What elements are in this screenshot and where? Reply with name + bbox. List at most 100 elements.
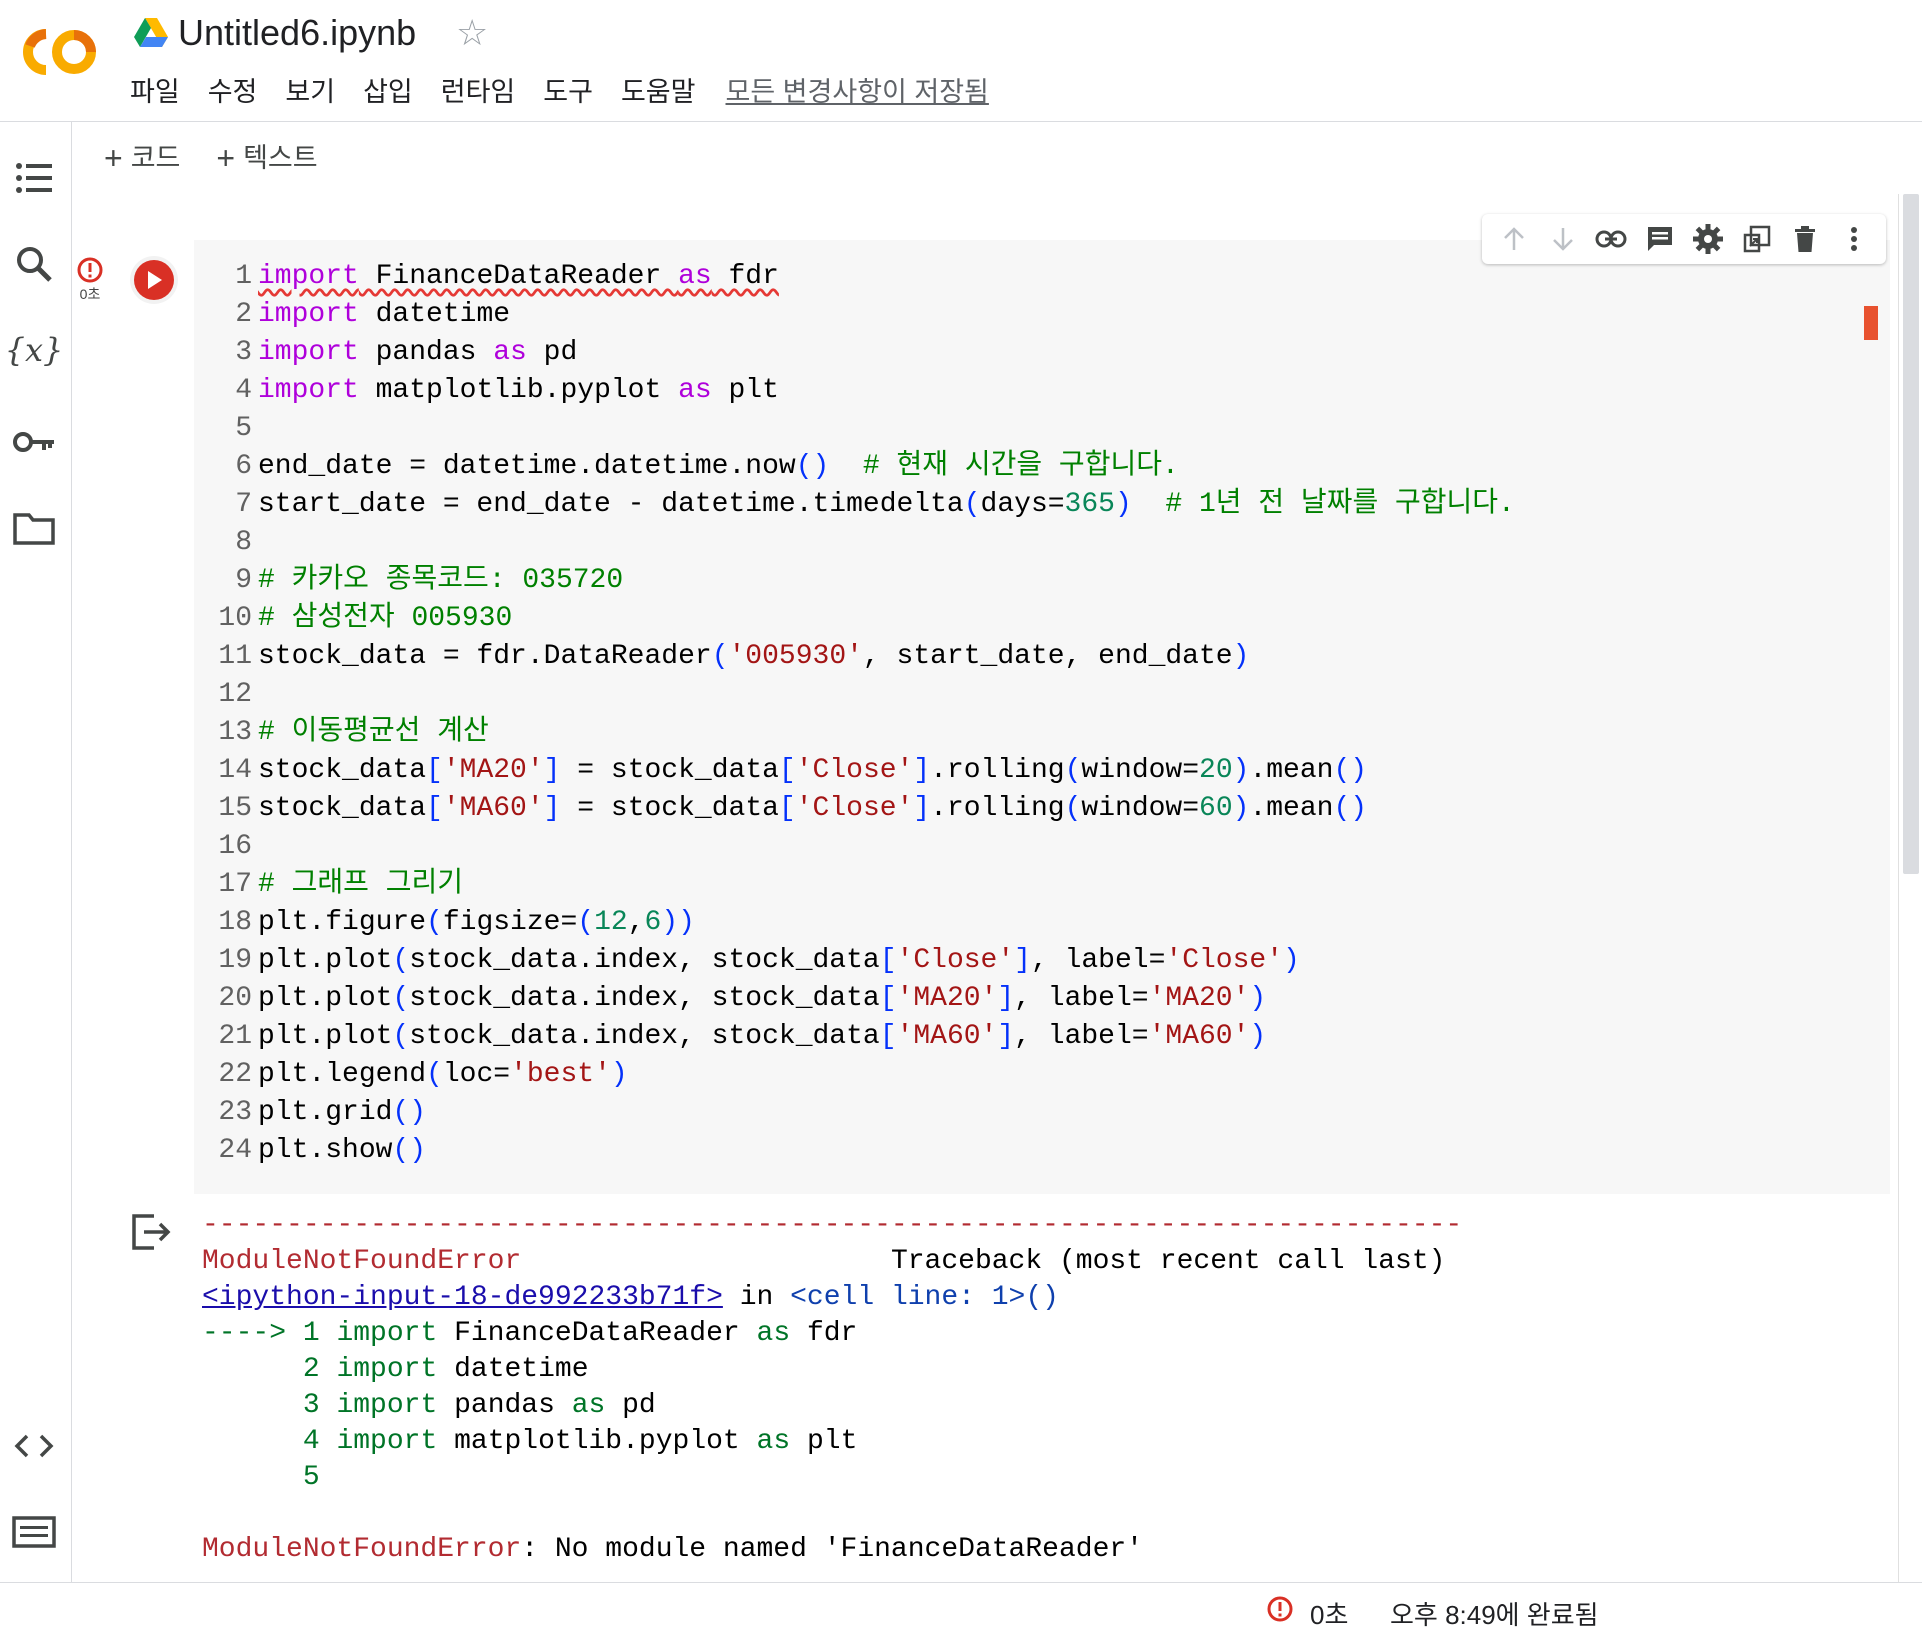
add-code-button[interactable]: + 코드: [104, 136, 180, 177]
scrollbar-thumb[interactable]: [1903, 194, 1919, 874]
error-final-line: ModuleNotFoundError: No module named 'Fi…: [202, 1534, 1143, 1565]
mirror-cell-icon[interactable]: [1739, 221, 1775, 257]
menu-view[interactable]: 보기: [285, 70, 335, 109]
error-traceback: ----------------------------------------…: [202, 1208, 1462, 1568]
line-number: 7: [235, 489, 252, 520]
traceback-code-line: 5: [302, 1462, 320, 1493]
traceback-title: Traceback (most recent call last): [890, 1246, 1446, 1277]
command-palette-icon[interactable]: [12, 1510, 56, 1554]
menu-runtime[interactable]: 런타임: [441, 70, 516, 109]
link-icon[interactable]: [1593, 221, 1629, 257]
search-icon[interactable]: [12, 242, 56, 286]
line-number: 20: [218, 983, 252, 1014]
move-down-icon[interactable]: [1545, 221, 1581, 257]
menu-tools[interactable]: 도구: [543, 70, 593, 109]
traceback-code-line: 2 import datetime: [302, 1354, 589, 1385]
code-line[interactable]: 18 plt.figure(figsize=(12,6)): [194, 904, 1890, 942]
code-line[interactable]: 11 stock_data = fdr.DataReader('005930', …: [194, 638, 1890, 676]
menu-bar: 파일 수정 보기 삽입 런타임 도구 도움말 모든 변경사항이 저장됨: [130, 70, 989, 109]
code-line[interactable]: 7 start_date = end_date - datetime.timede…: [194, 486, 1890, 524]
ipython-input-link[interactable]: <ipython-input-18-de992233b71f>: [202, 1282, 723, 1313]
code-line[interactable]: 12: [194, 676, 1890, 714]
execution-time: 0초: [79, 286, 101, 302]
line-number: 4: [235, 375, 252, 406]
code-line[interactable]: 17 # 그래프 그리기: [194, 866, 1890, 904]
code-line[interactable]: 3 import pandas as pd: [194, 334, 1890, 372]
code-cell[interactable]: 0초 1 import FinanceDataReader as fdr 2 impo…: [77, 214, 1890, 1582]
table-of-contents-icon[interactable]: [12, 156, 56, 200]
star-icon[interactable]: ☆: [456, 12, 488, 54]
cell-toolbar: [1482, 214, 1886, 264]
code-line[interactable]: 9 # 카카오 종목코드: 035720: [194, 562, 1890, 600]
notebook-scrollbar[interactable]: [1898, 194, 1922, 1582]
code-line[interactable]: 4 import matplotlib.pyplot as plt: [194, 372, 1890, 410]
comment-icon[interactable]: [1642, 221, 1678, 257]
move-up-icon[interactable]: [1496, 221, 1532, 257]
code-line[interactable]: 6 end_date = datetime.datetime.now() # 현재…: [194, 448, 1890, 486]
status-message[interactable]: 오후 8:49에 완료됨: [1390, 1595, 1599, 1632]
line-number: 10: [218, 603, 252, 634]
line-number: 21: [218, 1021, 252, 1052]
line-number: 22: [218, 1059, 252, 1090]
line-number: 18: [218, 907, 252, 938]
variables-icon[interactable]: {x}: [5, 328, 64, 372]
code-line[interactable]: 10 # 삼성전자 005930: [194, 600, 1890, 638]
code-line[interactable]: 5: [194, 410, 1890, 448]
line-number: 8: [235, 527, 252, 558]
code-lines: 1 import FinanceDataReader as fdr 2 import …: [194, 258, 1890, 1170]
line-number: 3: [235, 337, 252, 368]
google-drive-icon: [134, 18, 168, 47]
add-cell-toolbar: + 코드 + 텍스트: [104, 136, 318, 177]
settings-gear-icon[interactable]: [1690, 221, 1726, 257]
code-line[interactable]: 19 plt.plot(stock_data.index, stock_data[…: [194, 942, 1890, 980]
line-number: 17: [218, 869, 252, 900]
line-number: 19: [218, 945, 252, 976]
error-scroll-marker: [1864, 306, 1878, 340]
traceback-header: ModuleNotFoundError Traceback (most rece…: [202, 1244, 1462, 1280]
line-number: 15: [218, 793, 252, 824]
line-number: 14: [218, 755, 252, 786]
secrets-key-icon[interactable]: [12, 420, 56, 464]
error-indicator-icon: [77, 257, 103, 283]
save-status[interactable]: 모든 변경사항이 저장됨: [726, 70, 989, 109]
colab-logo[interactable]: [16, 22, 104, 82]
code-line[interactable]: 8: [194, 524, 1890, 562]
code-line[interactable]: 14 stock_data['MA20'] = stock_data['Close…: [194, 752, 1890, 790]
status-exec-time[interactable]: 0초: [1310, 1595, 1348, 1632]
code-line[interactable]: 21 plt.plot(stock_data.index, stock_data[…: [194, 1018, 1890, 1056]
menu-help[interactable]: 도움말: [621, 70, 696, 109]
line-number: 12: [218, 679, 252, 710]
traceback-code-lines: ----> 1 import FinanceDataReader as fdr …: [202, 1316, 1462, 1496]
notebook-title[interactable]: Untitled6.ipynb: [178, 12, 416, 54]
code-line[interactable]: 22 plt.legend(loc='best'): [194, 1056, 1890, 1094]
plus-icon: +: [104, 140, 123, 176]
traceback-separator: ----------------------------------------…: [202, 1210, 1463, 1241]
traceback-code-line: ----> 1 import FinanceDataReader as fdr: [202, 1318, 858, 1349]
code-line[interactable]: 13 # 이동평균선 계산: [194, 714, 1890, 752]
line-number: 24: [218, 1135, 252, 1166]
more-options-icon[interactable]: [1836, 221, 1872, 257]
line-number: 23: [218, 1097, 252, 1128]
code-line[interactable]: 24 plt.show(): [194, 1132, 1890, 1170]
menu-file[interactable]: 파일: [130, 70, 180, 109]
error-name-final: ModuleNotFoundError: [202, 1534, 522, 1565]
add-text-button[interactable]: + 텍스트: [216, 136, 317, 177]
code-line[interactable]: 23 plt.grid(): [194, 1094, 1890, 1132]
menu-edit[interactable]: 수정: [208, 70, 258, 109]
run-cell-button[interactable]: [134, 260, 174, 300]
output-actions-icon[interactable]: [130, 1212, 174, 1256]
code-line[interactable]: 20 plt.plot(stock_data.index, stock_data[…: [194, 980, 1890, 1018]
code-line[interactable]: 2 import datetime: [194, 296, 1890, 334]
cell-gutter: [112, 240, 194, 1194]
folder-icon[interactable]: [12, 506, 56, 550]
code-editor[interactable]: 1 import FinanceDataReader as fdr 2 import …: [112, 240, 1890, 1194]
menu-insert[interactable]: 삽입: [363, 70, 413, 109]
code-line[interactable]: 16: [194, 828, 1890, 866]
error-status-icon[interactable]: [1266, 1595, 1294, 1623]
line-number: 2: [235, 299, 252, 330]
delete-icon[interactable]: [1787, 221, 1823, 257]
code-snippets-icon[interactable]: [12, 1424, 56, 1468]
app-header: Untitled6.ipynb ☆ 파일 수정 보기 삽입 런타임 도구 도움말…: [0, 0, 1922, 122]
code-line[interactable]: 15 stock_data['MA60'] = stock_data['Close…: [194, 790, 1890, 828]
